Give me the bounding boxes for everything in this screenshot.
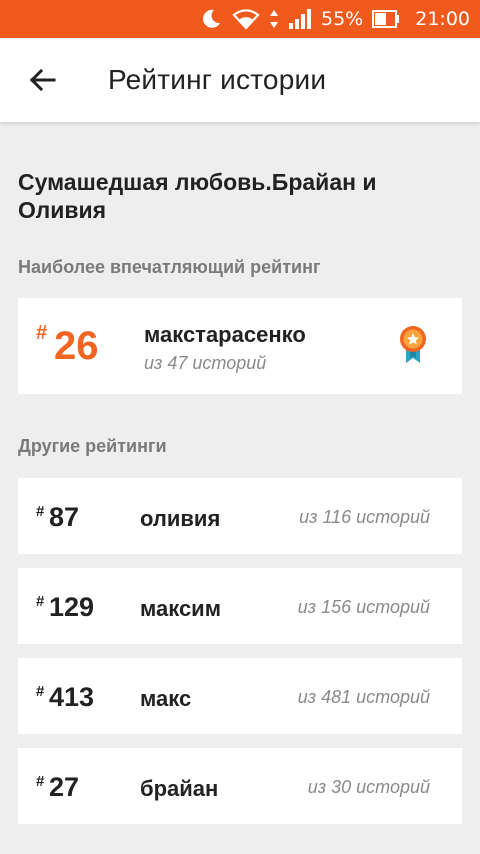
back-button[interactable] xyxy=(0,38,84,122)
rating-row[interactable]: # 413 макс из 481 историй xyxy=(18,658,462,734)
rank-hash: # xyxy=(36,773,45,790)
rating-of-text: из 30 историй xyxy=(307,777,430,797)
best-rating-label: Наиболее впечатляющий рейтинг xyxy=(18,257,321,277)
rating-of-text: из 116 историй xyxy=(299,507,430,527)
rank-number: 87 xyxy=(49,502,80,532)
rating-name: максим xyxy=(140,596,221,621)
signal-icon xyxy=(288,8,312,30)
rank-number: 413 xyxy=(49,682,95,712)
rank-hash: # xyxy=(36,593,45,610)
moon-icon xyxy=(199,7,223,31)
arrow-left-icon xyxy=(29,68,56,92)
rank-number: 129 xyxy=(49,592,95,622)
story-title: Сумашедшая любовь.Брайан и Оливия xyxy=(18,169,377,223)
rating-row[interactable]: # 129 максим из 156 историй xyxy=(18,568,462,644)
medal-icon xyxy=(398,325,428,370)
rating-name: брайан xyxy=(140,776,219,801)
wifi-icon xyxy=(232,8,260,30)
rating-of-text: из 47 историй xyxy=(144,353,267,373)
rank-number: 27 xyxy=(49,772,80,802)
rating-row[interactable]: # 27 брайан из 30 историй xyxy=(18,748,462,824)
rank-hash: # xyxy=(36,322,48,344)
battery-icon xyxy=(372,9,400,29)
rating-name: макс xyxy=(140,686,192,711)
app-bar: Рейтинг истории xyxy=(0,38,480,122)
rating-of-text: из 481 историй xyxy=(297,687,430,707)
best-rating-card[interactable]: # 26 макстарасенко из 47 историй xyxy=(18,298,462,394)
data-arrows-icon xyxy=(269,8,279,30)
rating-row[interactable]: # 87 оливия из 116 историй xyxy=(18,478,462,554)
rank-hash: # xyxy=(36,503,45,520)
other-ratings-label: Другие рейтинги xyxy=(18,436,167,456)
rank-hash: # xyxy=(36,683,45,700)
battery-percent: 55% xyxy=(321,8,364,30)
rating-name: оливия xyxy=(140,506,221,531)
page-title: Рейтинг истории xyxy=(108,64,327,95)
rating-name: макстарасенко xyxy=(144,322,306,347)
status-bar: 55% 21:00 xyxy=(0,0,480,38)
rank-number: 26 xyxy=(54,324,99,368)
rating-of-text: из 156 историй xyxy=(297,597,430,617)
clock: 21:00 xyxy=(415,8,470,30)
